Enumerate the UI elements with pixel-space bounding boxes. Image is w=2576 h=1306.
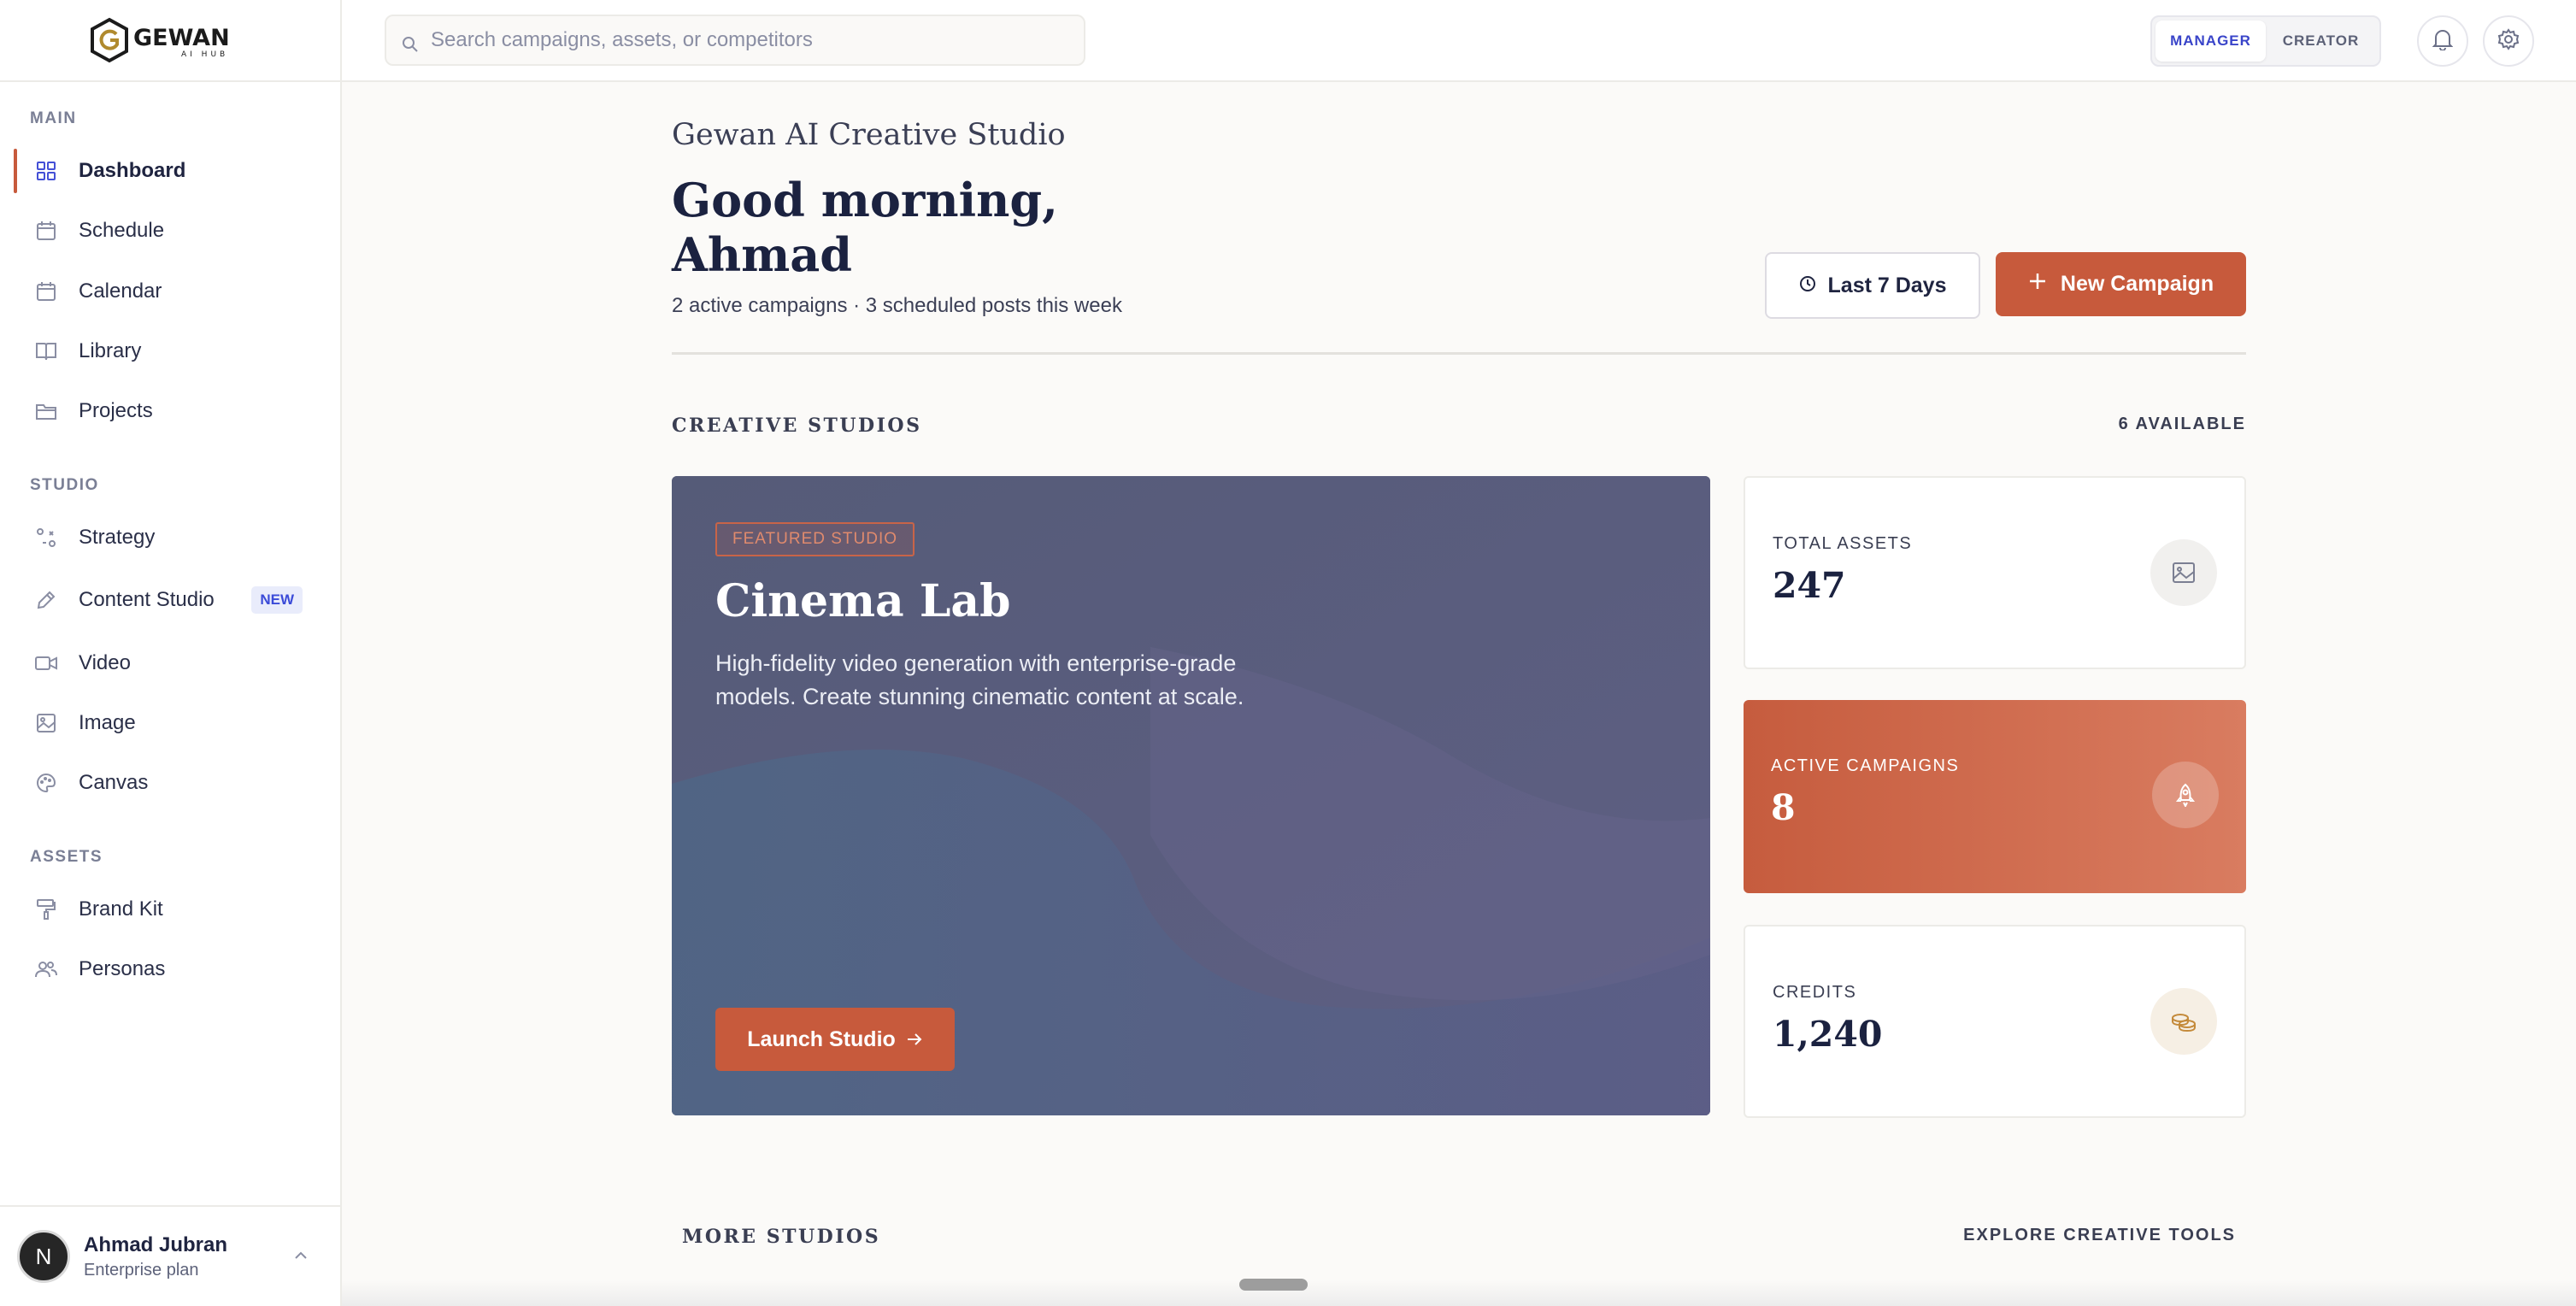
sidebar-item-video[interactable]: Video (15, 639, 323, 687)
sidebar-item-schedule[interactable]: Schedule (15, 207, 323, 255)
nav-section-main: MAIN (30, 109, 77, 127)
role-creator[interactable]: CREATOR (2266, 21, 2376, 62)
creative-studios-title: CREATIVE STUDIOS (672, 415, 922, 437)
calendar-icon (34, 219, 58, 243)
coins-icon (2150, 988, 2217, 1055)
search-placeholder: Search campaigns, assets, or competitors (431, 28, 813, 51)
date-range-button[interactable]: Last 7 Days (1765, 252, 1980, 319)
calendar-icon (34, 279, 58, 303)
settings-button[interactable] (2483, 15, 2534, 67)
strategy-icon (34, 526, 58, 550)
stat-label: CREDITS (1773, 983, 1857, 1002)
rocket-icon (2152, 762, 2219, 828)
stat-card-credits[interactable]: CREDITS 1,240 (1744, 925, 2246, 1118)
plus-icon (2028, 272, 2047, 297)
studio-name: Gewan AI Creative Studio (672, 118, 1066, 152)
scroll-handle[interactable] (1239, 1279, 1308, 1291)
featured-title: Cinema Lab (715, 575, 1011, 627)
arrow-right-icon (906, 1027, 923, 1052)
gewan-logo[interactable]: GEWAN AI HUB (0, 0, 340, 82)
sidebar: GEWAN AI HUB MAIN Dashboard Schedule Cal… (0, 0, 342, 1306)
sidebar-item-personas[interactable]: Personas (15, 945, 323, 993)
sidebar-item-projects[interactable]: Projects (15, 387, 323, 435)
user-profile[interactable]: N Ahmad Jubran Enterprise plan (0, 1205, 342, 1306)
stat-label: TOTAL ASSETS (1773, 534, 1913, 553)
sidebar-item-label: Dashboard (79, 159, 186, 182)
nav-section-studio: STUDIO (30, 476, 99, 494)
users-icon (34, 957, 58, 981)
sidebar-item-label: Personas (79, 957, 166, 980)
featured-studio-card[interactable]: FEATURED STUDIO Cinema Lab High-fidelity… (672, 476, 1710, 1115)
sidebar-item-content-studio[interactable]: Content Studio NEW (15, 576, 323, 624)
sidebar-item-strategy[interactable]: Strategy (15, 514, 323, 562)
role-toggle[interactable]: MANAGER CREATOR (2150, 15, 2381, 67)
image-icon (2150, 539, 2217, 606)
greeting-line2: Ahmad (672, 227, 853, 282)
greeting: Good morning, Ahmad (672, 173, 1058, 282)
stat-card-total-assets[interactable]: TOTAL ASSETS 247 (1744, 476, 2246, 669)
sidebar-item-calendar[interactable]: Calendar (15, 268, 323, 315)
greeting-line1: Good morning, (672, 173, 1058, 227)
sidebar-item-brand-kit[interactable]: Brand Kit (15, 885, 323, 933)
stat-card-active-campaigns[interactable]: ACTIVE CAMPAIGNS 8 (1744, 700, 2246, 893)
new-campaign-button[interactable]: New Campaign (1996, 252, 2246, 316)
bell-icon (2432, 28, 2454, 55)
chevron-up-icon[interactable] (294, 1249, 308, 1264)
header-divider (672, 352, 2246, 355)
sidebar-item-label: Canvas (79, 771, 149, 794)
search-icon (402, 36, 419, 57)
sidebar-item-image[interactable]: Image (15, 699, 323, 747)
new-campaign-label: New Campaign (2060, 272, 2214, 296)
launch-studio-button[interactable]: Launch Studio (715, 1008, 955, 1071)
sidebar-item-label: Library (79, 339, 142, 362)
role-manager[interactable]: MANAGER (2155, 21, 2266, 62)
date-range-label: Last 7 Days (1827, 273, 1947, 297)
clock-icon (1799, 274, 1816, 298)
sidebar-item-label: Image (79, 711, 136, 734)
book-icon (34, 339, 58, 363)
featured-badge: FEATURED STUDIO (715, 522, 915, 556)
featured-description: High-fidelity video generation with ente… (715, 650, 1244, 709)
logo-mark-icon: GEWAN AI HUB (91, 17, 230, 63)
studios-available-count: 6 AVAILABLE (2118, 415, 2246, 433)
topbar: Search campaigns, assets, or competitors… (342, 0, 2576, 82)
profile-name: Ahmad Jubran (84, 1232, 228, 1256)
nav-section-assets: ASSETS (30, 848, 103, 866)
notifications-button[interactable] (2417, 15, 2468, 67)
new-badge: NEW (251, 586, 303, 614)
avatar: N (17, 1230, 70, 1283)
stat-value: 247 (1773, 565, 1846, 606)
logo-text: GEWAN (133, 25, 230, 51)
gear-icon (2497, 27, 2520, 55)
sidebar-item-dashboard[interactable]: Dashboard (14, 147, 323, 195)
sidebar-item-label: Strategy (79, 526, 156, 549)
sidebar-item-label: Schedule (79, 219, 165, 242)
folder-icon (34, 399, 58, 423)
sidebar-item-canvas[interactable]: Canvas (15, 759, 323, 807)
image-icon (34, 711, 58, 735)
video-icon (34, 651, 58, 675)
sidebar-item-label: Brand Kit (79, 897, 163, 921)
bottom-fade (342, 1280, 2576, 1306)
sidebar-item-label: Content Studio (79, 588, 215, 611)
grid-icon (34, 159, 58, 183)
sidebar-item-label: Calendar (79, 279, 162, 303)
pen-icon (34, 588, 58, 612)
sidebar-item-label: Video (79, 651, 131, 674)
explore-creative-tools-link[interactable]: EXPLORE CREATIVE TOOLS (1963, 1226, 2236, 1245)
profile-plan: Enterprise plan (84, 1260, 199, 1280)
sidebar-item-label: Projects (79, 399, 153, 422)
stat-label: ACTIVE CAMPAIGNS (1771, 756, 1960, 775)
summary-subline: 2 active campaigns · 3 scheduled posts t… (672, 294, 1122, 317)
palette-icon (34, 771, 58, 795)
launch-studio-label: Launch Studio (747, 1027, 896, 1051)
stat-value: 1,240 (1773, 1014, 1883, 1055)
more-studios-title: MORE STUDIOS (682, 1226, 881, 1248)
logo-sub: AI HUB (181, 50, 228, 59)
sidebar-item-library[interactable]: Library (15, 327, 323, 375)
paint-roller-icon (34, 897, 58, 921)
search-input[interactable]: Search campaigns, assets, or competitors (385, 15, 1085, 66)
stat-value: 8 (1771, 787, 1796, 828)
